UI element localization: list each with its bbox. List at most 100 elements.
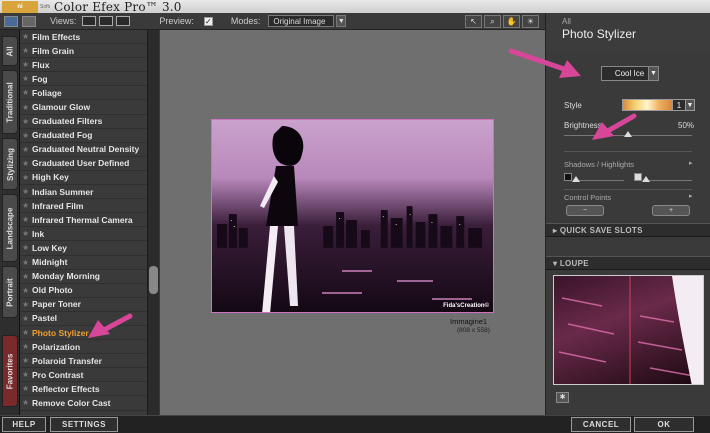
tab-traditional[interactable]: Traditional xyxy=(2,70,18,134)
filter-item[interactable]: ★ Graduated User Defined xyxy=(20,157,160,171)
ok-button[interactable]: OK xyxy=(634,417,694,432)
settings-button[interactable]: SETTINGS xyxy=(50,417,118,432)
add-control-point-button[interactable]: + xyxy=(652,205,690,216)
filter-item[interactable]: ★ Graduated Fog xyxy=(20,129,160,143)
filter-item[interactable]: ★ Pro Contrast xyxy=(20,368,160,383)
scrollbar-thumb[interactable] xyxy=(149,266,158,294)
shadows-highlights-label[interactable]: Shadows / Highlights xyxy=(564,160,634,169)
hand-tool-icon[interactable]: ✋ xyxy=(503,14,520,28)
highlights-slider-track[interactable] xyxy=(644,180,692,181)
favorite-star-icon[interactable]: ★ xyxy=(22,117,32,126)
filter-item[interactable]: ★ Polarization xyxy=(20,340,160,355)
highlight-swatch[interactable] xyxy=(634,173,642,181)
favorite-star-icon[interactable]: ★ xyxy=(22,145,32,154)
favorite-star-icon[interactable]: ★ xyxy=(22,398,32,407)
filter-item[interactable]: ★ High Key xyxy=(20,171,160,186)
filter-item[interactable]: ★ Foliage xyxy=(20,86,160,101)
favorite-star-icon[interactable]: ★ xyxy=(22,32,32,41)
filter-item[interactable]: ★ Paper Toner xyxy=(20,298,160,312)
favorite-star-icon[interactable]: ★ xyxy=(22,229,32,238)
filter-item[interactable]: ★ Reflector Effects xyxy=(20,382,160,397)
filter-item-label: Film Effects xyxy=(32,31,81,42)
filter-list-scrollbar[interactable] xyxy=(147,30,159,415)
filter-item[interactable]: ★ Monday Morning xyxy=(20,270,160,284)
filter-item[interactable]: ★ Infrared Thermal Camera xyxy=(20,213,160,228)
filter-item[interactable]: ★ Film Grain xyxy=(20,44,160,59)
tab-portrait[interactable]: Portrait xyxy=(2,266,18,318)
favorite-star-icon[interactable]: ★ xyxy=(22,215,32,224)
expand-arrow-icon[interactable]: ▸ xyxy=(689,192,693,200)
tab-all[interactable]: All xyxy=(2,36,18,66)
favorite-star-icon[interactable]: ★ xyxy=(22,342,32,351)
favorite-star-icon[interactable]: ★ xyxy=(22,328,32,337)
image-name: Immagine1 xyxy=(450,317,488,326)
favorite-star-icon[interactable]: ★ xyxy=(22,300,32,309)
list-view-icon[interactable] xyxy=(22,15,36,27)
zoom-tool-icon[interactable]: ⌕ xyxy=(484,14,501,28)
browser-view-icon[interactable] xyxy=(4,15,18,27)
filter-item[interactable]: ★ Infrared Film xyxy=(20,199,160,214)
filter-item[interactable]: ★ Remove Color Cast xyxy=(20,396,160,411)
loupe-bar[interactable]: ▾ LOUPE xyxy=(546,256,710,270)
favorite-star-icon[interactable]: ★ xyxy=(22,131,32,140)
favorite-star-icon[interactable]: ★ xyxy=(22,74,32,83)
favorite-star-icon[interactable]: ★ xyxy=(22,243,32,252)
favorite-star-icon[interactable]: ★ xyxy=(22,314,32,323)
preview-image[interactable]: Fida'sCreation© xyxy=(211,119,494,313)
remove-control-point-button[interactable]: − xyxy=(566,205,604,216)
expand-arrow-icon[interactable]: ▸ xyxy=(689,159,693,167)
tab-landscape[interactable]: Landscape xyxy=(2,194,18,262)
favorite-star-icon[interactable]: ★ xyxy=(22,384,32,393)
control-points-label[interactable]: Control Points xyxy=(564,193,611,202)
filter-item[interactable]: ★ Film Effects xyxy=(20,30,160,45)
filter-item[interactable]: ★ Indian Summer xyxy=(20,185,160,200)
favorite-star-icon[interactable]: ★ xyxy=(22,187,32,196)
tab-stylizing[interactable]: Stylizing xyxy=(2,138,18,190)
help-button[interactable]: HELP xyxy=(2,417,46,432)
favorite-star-icon[interactable]: ★ xyxy=(22,103,32,112)
filter-item[interactable]: ★ Low Key xyxy=(20,241,160,256)
chevron-down-icon[interactable]: ▼ xyxy=(336,15,347,27)
split-view-button[interactable] xyxy=(99,16,114,26)
shadows-slider-track[interactable] xyxy=(574,180,624,181)
filter-item[interactable]: ★ Midnight xyxy=(20,256,160,270)
filter-item[interactable]: ★ Graduated Filters xyxy=(20,115,160,129)
favorite-star-icon[interactable]: ★ xyxy=(22,60,32,69)
favorite-star-icon[interactable]: ★ xyxy=(22,258,32,267)
filter-item[interactable]: ★ Flux xyxy=(20,58,160,73)
quick-save-slots-bar[interactable]: ▸ QUICK SAVE SLOTS xyxy=(546,223,710,237)
pointer-tool-icon[interactable]: ↖ xyxy=(465,14,482,28)
style-number[interactable]: 1 xyxy=(672,99,686,111)
favorite-star-icon[interactable]: ★ xyxy=(22,173,32,182)
cancel-button[interactable]: CANCEL xyxy=(571,417,631,432)
shadow-swatch[interactable] xyxy=(564,173,572,181)
loupe-view[interactable] xyxy=(553,275,704,385)
favorite-star-icon[interactable]: ★ xyxy=(22,159,32,168)
filter-item[interactable]: ★ Glamour Glow xyxy=(20,100,160,115)
preview-checkbox[interactable]: ✓ xyxy=(203,16,213,26)
filter-item[interactable]: ★ Fog xyxy=(20,72,160,87)
favorite-star-icon[interactable]: ★ xyxy=(22,88,32,97)
tab-favorites[interactable]: Favorites xyxy=(2,335,18,407)
pin-icon[interactable]: ✱ xyxy=(556,392,569,403)
filter-item[interactable]: ★ Ink xyxy=(20,227,160,242)
favorite-star-icon[interactable]: ★ xyxy=(22,370,32,379)
single-view-button[interactable] xyxy=(82,16,97,26)
filter-item[interactable]: ★ Graduated Neutral Density xyxy=(20,143,160,157)
favorite-star-icon[interactable]: ★ xyxy=(22,286,32,295)
favorite-star-icon[interactable]: ★ xyxy=(22,272,32,281)
favorite-star-icon[interactable]: ★ xyxy=(22,201,32,210)
chevron-down-icon[interactable]: ▼ xyxy=(648,66,659,81)
favorite-star-icon[interactable]: ★ xyxy=(22,46,32,55)
chevron-down-icon[interactable]: ▼ xyxy=(685,99,695,111)
favorite-star-icon[interactable]: ★ xyxy=(22,356,32,365)
light-tool-icon[interactable]: ☀ xyxy=(522,14,539,28)
modes-select[interactable]: Original Image xyxy=(268,15,335,27)
filter-item[interactable]: ★ Polaroid Transfer xyxy=(20,354,160,369)
shadows-slider-thumb[interactable] xyxy=(572,176,580,182)
filter-item[interactable]: ★ Old Photo xyxy=(20,284,160,298)
preview-area[interactable]: Fida'sCreation© Immagine1 (808 x 558) xyxy=(160,30,545,415)
highlights-slider-thumb[interactable] xyxy=(642,176,650,182)
style-swatch[interactable] xyxy=(622,99,672,111)
side-by-side-view-button[interactable] xyxy=(116,16,131,26)
